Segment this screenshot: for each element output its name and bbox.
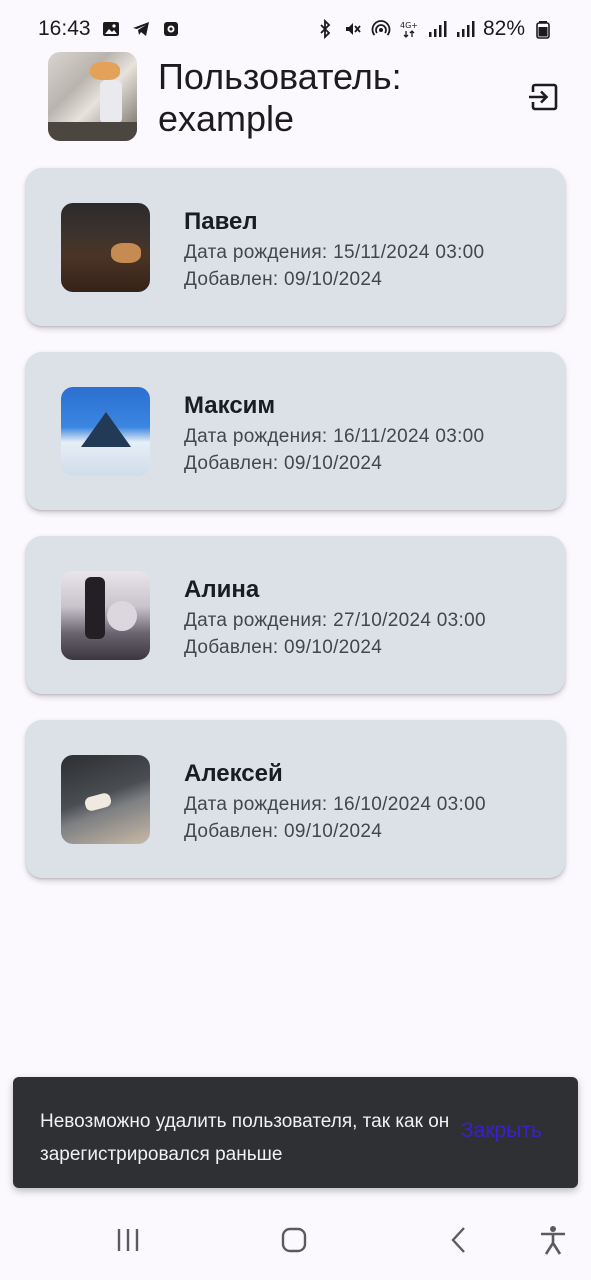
back-button[interactable] (442, 1222, 478, 1258)
status-left: 16:43 (38, 17, 181, 41)
user-photo (61, 203, 150, 292)
user-list: Павел Дата рождения: 15/11/2024 03:00 До… (26, 168, 565, 904)
user-dob: Дата рождения: 16/11/2024 03:00 (184, 426, 485, 447)
user-dob: Дата рождения: 27/10/2024 03:00 (184, 610, 486, 631)
user-dob: Дата рождения: 16/10/2024 03:00 (184, 794, 486, 815)
app-icon (161, 19, 181, 39)
user-added: Добавлен: 09/10/2024 (184, 269, 383, 290)
system-nav-bar (0, 1200, 591, 1280)
header: Пользователь: example (48, 52, 568, 142)
snackbar-message: Невозможно удалить пользователя, так как… (40, 1111, 450, 1165)
user-dob: Дата рождения: 15/11/2024 03:00 (184, 242, 485, 263)
user-photo (61, 387, 150, 476)
battery-icon (533, 19, 553, 39)
snackbar-close-button[interactable]: Закрыть (461, 1119, 542, 1143)
page-title: Пользователь: example (158, 56, 402, 139)
status-bar: 16:43 4G+ 82% (0, 0, 591, 58)
recents-icon (117, 1229, 139, 1251)
bluetooth-icon (315, 19, 335, 39)
telegram-icon (131, 19, 151, 39)
screen: 16:43 4G+ 82% Пользователь: example Паве… (0, 0, 591, 1280)
4g-icon: 4G+ (399, 19, 419, 39)
status-time: 16:43 (38, 17, 91, 40)
svg-text:4G+: 4G+ (400, 21, 418, 30)
snackbar: Невозможно удалить пользователя, так как… (13, 1077, 578, 1188)
user-name: Алексей (184, 760, 283, 787)
accessibility-icon (541, 1226, 565, 1255)
signal-icon (427, 19, 447, 39)
user-added: Добавлен: 09/10/2024 (184, 637, 383, 658)
accessibility-button[interactable] (535, 1222, 571, 1258)
hotspot-icon (371, 19, 391, 39)
user-name: Павел (184, 208, 258, 235)
user-card[interactable]: Павел Дата рождения: 15/11/2024 03:00 До… (26, 168, 565, 326)
user-photo (61, 571, 150, 660)
status-right: 4G+ 82% (315, 17, 553, 41)
user-card[interactable]: Алина Дата рождения: 27/10/2024 03:00 До… (26, 536, 565, 694)
logout-icon (529, 83, 558, 111)
home-button[interactable] (276, 1222, 312, 1258)
recents-button[interactable] (110, 1222, 146, 1258)
mute-icon (343, 19, 363, 39)
user-added: Добавлен: 09/10/2024 (184, 453, 383, 474)
home-icon (281, 1227, 307, 1253)
battery-percent: 82% (482, 17, 525, 40)
image-icon (101, 19, 121, 39)
user-added: Добавлен: 09/10/2024 (184, 821, 383, 842)
user-card[interactable]: Алексей Дата рождения: 16/10/2024 03:00 … (26, 720, 565, 878)
signal-icon (455, 19, 475, 39)
user-name: Алина (184, 576, 260, 603)
avatar (48, 52, 137, 141)
logout-button[interactable] (526, 79, 562, 115)
user-photo (61, 755, 150, 844)
user-name: Максим (184, 392, 276, 419)
back-icon (451, 1227, 465, 1253)
user-card[interactable]: Максим Дата рождения: 16/11/2024 03:00 Д… (26, 352, 565, 510)
